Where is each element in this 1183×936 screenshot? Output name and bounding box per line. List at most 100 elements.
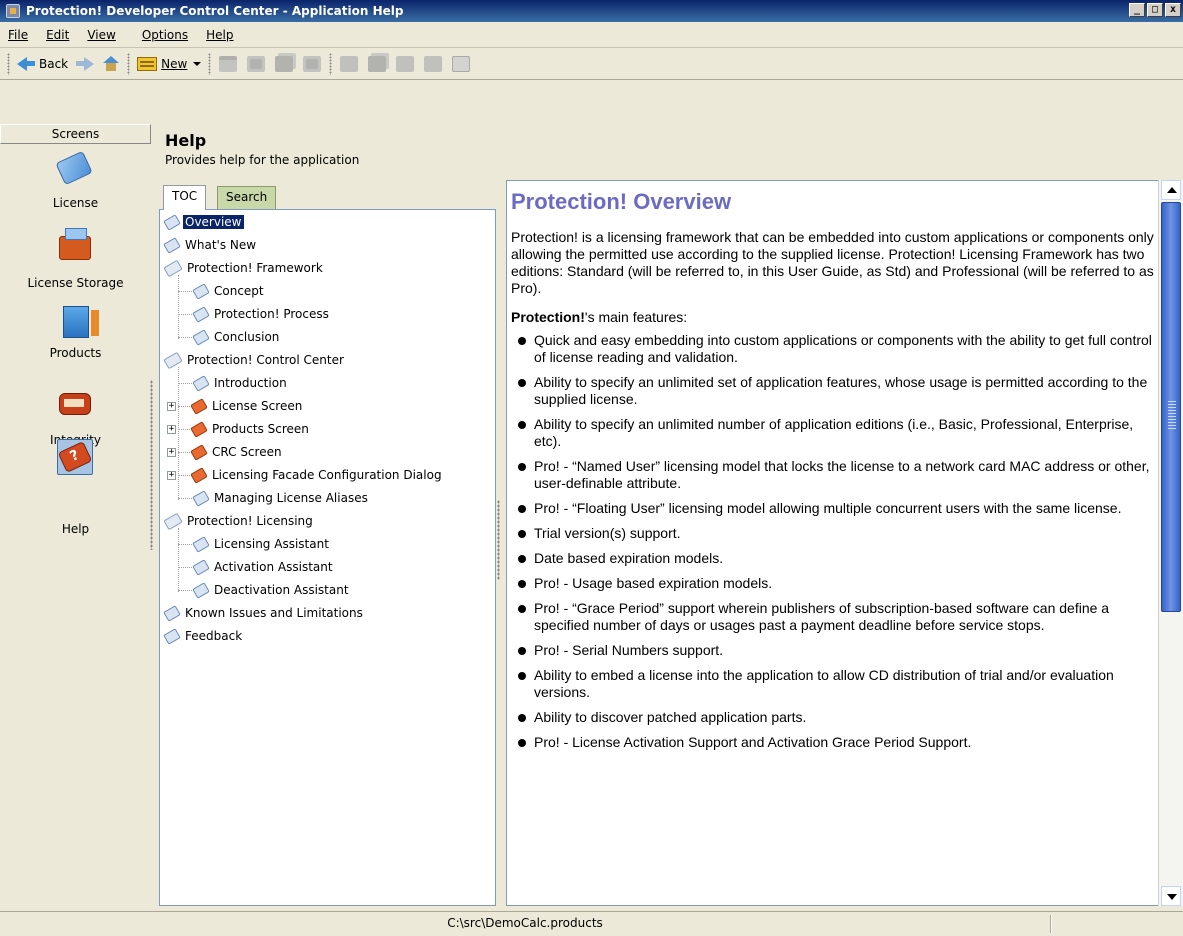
copy-icon[interactable] — [368, 55, 387, 72]
tree-connector — [178, 567, 192, 568]
toc-item[interactable]: + Products Screen — [167, 420, 311, 438]
help-content: Protection! Overview Protection! is a li… — [506, 180, 1158, 906]
feature-item: Pro! - Usage based expiration models. — [511, 575, 1154, 592]
tree-expander[interactable]: + — [167, 401, 176, 411]
tree-expander[interactable]: + — [167, 470, 176, 480]
topic-folder-icon — [190, 397, 208, 415]
sidebar-item-help[interactable]: Help — [0, 522, 151, 536]
sidebar-splitter[interactable] — [150, 380, 153, 550]
toc-item-label: Activation Assistant — [214, 560, 333, 574]
toc-item[interactable]: Concept — [192, 282, 266, 300]
edit-icon[interactable] — [340, 55, 359, 72]
scroll-down-button[interactable] — [1161, 886, 1181, 906]
toc-item[interactable]: Known Issues and Limitations — [163, 604, 365, 622]
intro-paragraph: Protection! is a licensing framework tha… — [511, 229, 1154, 296]
status-separator — [1050, 915, 1051, 933]
feature-item: Ability to discover patched application … — [511, 709, 1154, 726]
menu-help[interactable]: Help — [200, 28, 239, 42]
bullet-icon — [518, 580, 526, 588]
toc-tree: Overview What's New Protection! Framework C… — [159, 209, 496, 906]
toc-item-label: Protection! Framework — [187, 261, 323, 275]
save-icon[interactable] — [247, 55, 266, 72]
toc-item[interactable]: Protection! Licensing — [163, 512, 315, 530]
toc-item[interactable]: Protection! Framework — [163, 259, 325, 277]
feature-text: Pro! - Usage based expiration models. — [534, 575, 773, 591]
sidebar-item-label: License — [52, 196, 99, 210]
bullet-icon — [518, 714, 526, 722]
toc-item[interactable]: Managing License Aliases — [192, 489, 370, 507]
toc-item-label: Licensing Facade Configuration Dialog — [212, 468, 442, 482]
tree-expander[interactable]: + — [167, 424, 176, 434]
toc-item[interactable]: Introduction — [192, 374, 289, 392]
new-button[interactable]: New — [133, 52, 205, 76]
bullet-icon — [518, 421, 526, 429]
toc-item-label: Protection! Process — [214, 307, 329, 321]
scroll-thumb[interactable] — [1161, 202, 1181, 612]
bullet-icon — [518, 379, 526, 387]
tab-search[interactable]: Search — [217, 186, 277, 209]
feature-text: Date based expiration models. — [534, 550, 724, 566]
license-storage-icon-shape — [58, 236, 91, 260]
toc-item-label: Managing License Aliases — [214, 491, 368, 505]
paste-icon[interactable] — [396, 55, 415, 72]
save-as-icon[interactable] — [303, 55, 322, 72]
tab-toc[interactable]: TOC — [163, 185, 207, 210]
menu-view-label: View — [87, 27, 116, 42]
toc-item-label: CRC Screen — [212, 445, 282, 459]
toc-item[interactable]: Feedback — [163, 627, 244, 645]
new-label: New — [161, 56, 188, 71]
toolbar-grip[interactable] — [7, 52, 10, 75]
tree-expander[interactable]: + — [167, 447, 176, 457]
feature-item: Trial version(s) support. — [511, 525, 1154, 542]
license-storage-icon — [58, 236, 93, 270]
minimize-button[interactable]: _ — [1129, 3, 1145, 17]
toc-item[interactable]: Licensing Assistant — [192, 535, 331, 553]
toc-item[interactable]: + License Screen — [167, 397, 304, 415]
menu-help-label: Help — [206, 27, 234, 42]
title-bar[interactable]: Protection! Developer Control Center - A… — [0, 0, 1183, 22]
tree-connector — [178, 291, 192, 292]
forward-button[interactable] — [72, 52, 98, 76]
open-folder-icon[interactable] — [219, 55, 238, 72]
toc-item[interactable]: Conclusion — [192, 328, 281, 346]
toc-item[interactable]: Protection! Process — [192, 305, 331, 323]
sidebar-item-license[interactable]: License — [0, 150, 151, 210]
delete-icon[interactable] — [452, 55, 471, 72]
toc-item[interactable]: Deactivation Assistant — [192, 581, 351, 599]
menu-edit[interactable]: Edit — [40, 28, 75, 42]
page-subtitle: Provides help for the application — [165, 153, 360, 167]
sidebar-item-products[interactable]: Products — [0, 306, 151, 360]
toc-item[interactable]: Protection! Control Center — [163, 351, 346, 369]
toc-item[interactable]: Overview — [163, 213, 244, 231]
menu-bar: File Edit View Options Help — [0, 22, 1183, 48]
bullet-icon — [518, 505, 526, 513]
sidebar-item-license-storage[interactable]: License Storage — [0, 228, 151, 290]
settings-icon[interactable] — [424, 55, 443, 72]
back-button[interactable]: Back — [13, 52, 72, 76]
toolbar-grip-2 — [127, 52, 131, 75]
feature-item: Pro! - “Named User” licensing model that… — [511, 458, 1154, 492]
sidebar-item-help-selected[interactable] — [57, 439, 93, 475]
back-arrow-icon — [17, 56, 27, 71]
toc-item-label: Conclusion — [214, 330, 280, 344]
save-all-icon[interactable] — [275, 55, 294, 72]
chevron-down-icon[interactable] — [193, 61, 202, 66]
content-scrollbar[interactable] — [1158, 180, 1183, 906]
home-icon — [102, 55, 120, 72]
menu-file[interactable]: File — [2, 28, 34, 42]
menu-options[interactable]: Options — [136, 28, 194, 42]
feature-text: Ability to embed a license into the appl… — [534, 667, 1114, 700]
back-arrow-shaft — [27, 61, 35, 66]
menu-view[interactable]: View — [81, 28, 121, 42]
toc-item-label: Feedback — [185, 629, 243, 643]
home-button[interactable] — [98, 52, 124, 76]
toc-item[interactable]: Activation Assistant — [192, 558, 335, 576]
close-button[interactable]: x — [1165, 3, 1181, 17]
maximize-button[interactable]: □ — [1147, 3, 1163, 17]
toc-item[interactable]: + Licensing Facade Configuration Dialog — [167, 466, 444, 484]
toc-item[interactable]: + CRC Screen — [167, 443, 284, 461]
toc-splitter[interactable] — [497, 500, 500, 580]
sidebar-item-integrity[interactable]: Integrity — [0, 387, 151, 447]
scroll-up-button[interactable] — [1161, 180, 1181, 200]
toc-item[interactable]: What's New — [163, 236, 258, 254]
